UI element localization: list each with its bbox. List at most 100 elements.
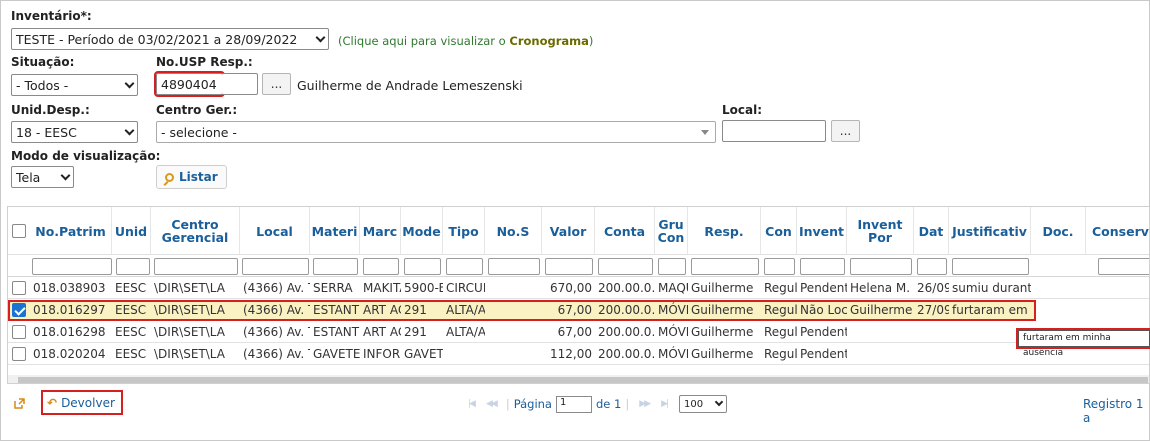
page-input[interactable]: 1	[555, 395, 592, 413]
row-checkbox[interactable]	[12, 303, 26, 317]
local-input[interactable]	[722, 120, 826, 142]
horizontal-scrollbar[interactable]	[8, 375, 1149, 383]
row-checkbox[interactable]	[12, 347, 26, 361]
table-cell: (4366) Av. Tr	[243, 325, 310, 339]
situacao-select[interactable]: - Todos -	[11, 74, 138, 96]
first-page-icon[interactable]: |◀	[468, 399, 476, 409]
nousp-input[interactable]: 4890404	[154, 71, 225, 97]
filter-input[interactable]	[952, 258, 1029, 275]
filter-input[interactable]	[363, 258, 399, 275]
table-cell: 26/09	[917, 281, 949, 295]
table-row[interactable]: 018.016297 EESC \DIR\SET\LA (4366) Av. TrES…	[8, 300, 1036, 321]
table-cell: furtaram em m	[952, 303, 1031, 317]
modo-value: Tela	[16, 169, 41, 185]
filter-input[interactable]	[764, 258, 795, 275]
filter-input[interactable]	[154, 258, 238, 275]
table-cell: 200.00.0.	[598, 281, 655, 295]
local-browse-button[interactable]: ...	[831, 120, 860, 142]
col-header[interactable]: Justificativ	[949, 207, 1031, 255]
filter-input[interactable]	[545, 258, 593, 275]
table-cell	[847, 344, 914, 365]
table-cell: ART AÇ	[363, 303, 401, 317]
col-header[interactable]: Local	[240, 207, 310, 255]
select-all-checkbox[interactable]	[12, 224, 26, 238]
col-header[interactable]: Gru Con	[655, 207, 688, 255]
filter-input[interactable]	[404, 258, 441, 275]
table-cell: 291	[404, 303, 427, 317]
filter-input[interactable]	[1098, 258, 1149, 275]
filter-input[interactable]	[658, 258, 686, 275]
col-header[interactable]: No.Patrim	[30, 207, 112, 255]
row-checkbox[interactable]	[12, 325, 26, 339]
last-page-icon[interactable]: ▶|	[661, 399, 669, 409]
filter-input[interactable]	[446, 258, 483, 275]
table-cell: EESC	[115, 347, 147, 361]
col-header[interactable]: Invent Por	[847, 207, 914, 255]
row-checkbox[interactable]	[12, 281, 26, 295]
filter-input[interactable]	[800, 258, 845, 275]
listar-button[interactable]: Listar	[156, 165, 227, 189]
table-cell	[949, 344, 1031, 365]
filter-input[interactable]	[917, 258, 947, 275]
table-row[interactable]: 018.016298 EESC \DIR\SET\LA (4366) Av. TrES…	[8, 322, 1149, 343]
scrollbar-thumb[interactable]	[18, 377, 1148, 383]
col-header[interactable]: Mode	[401, 207, 443, 255]
table-cell: ESTANTE	[313, 303, 360, 317]
external-link-icon[interactable]	[14, 398, 25, 409]
filter-input[interactable]	[691, 258, 759, 275]
col-header[interactable]: Unid	[112, 207, 151, 255]
col-header[interactable]: Con	[761, 207, 797, 255]
filter-input[interactable]	[598, 258, 653, 275]
col-header[interactable]: Conserv	[1086, 207, 1149, 255]
col-header[interactable]: Centro Gerencial	[151, 207, 240, 255]
col-header[interactable]: Dat	[914, 207, 949, 255]
table-cell	[485, 278, 542, 299]
filter-input[interactable]	[488, 258, 540, 275]
table-cell: 018.016298	[33, 325, 106, 339]
pagina-label: Página	[513, 397, 552, 411]
chevron-down-icon	[315, 32, 326, 42]
nousp-browse-button[interactable]: ...	[262, 73, 291, 95]
devolver-button[interactable]: ↶ Devolver	[41, 390, 123, 415]
next-page-icon[interactable]: ▶▶	[639, 399, 651, 409]
inventario-select[interactable]: TESTE - Período de 03/02/2021 a 28/09/20…	[11, 28, 329, 50]
filter-input[interactable]	[242, 258, 309, 275]
table-row[interactable]: 018.020204EESC\DIR\SET\LA(4366) Av. TrGA…	[8, 344, 1149, 365]
col-header[interactable]: Doc.	[1031, 207, 1086, 255]
filter-input[interactable]	[850, 258, 912, 275]
table-cell: Pendente	[800, 281, 847, 295]
table-cell: (4366) Av. Tr	[243, 281, 310, 295]
table-cell: sumiu durante	[952, 281, 1031, 295]
table-cell: MÓVE	[658, 303, 688, 317]
col-header[interactable]: Resp.	[688, 207, 761, 255]
col-header[interactable]: No.S	[485, 207, 542, 255]
filter-input[interactable]	[32, 258, 112, 275]
table-cell: EESC	[115, 325, 147, 339]
table-cell: Pendente	[800, 325, 847, 339]
unid-select[interactable]: 18 - EESC	[11, 121, 138, 143]
table-cell: 291	[404, 325, 427, 339]
col-header[interactable]: Materi	[310, 207, 360, 255]
page-size-select[interactable]: 100	[679, 395, 728, 413]
table-cell	[914, 322, 949, 343]
modo-select[interactable]: Tela	[11, 166, 74, 188]
table-cell: Regul	[764, 303, 797, 317]
inventario-value: TESTE - Período de 03/02/2021 a 28/09/20…	[16, 31, 298, 47]
col-header[interactable]: Conta	[595, 207, 655, 255]
col-header[interactable]: Tipo	[443, 207, 485, 255]
col-header[interactable]: Valor	[542, 207, 595, 255]
table-cell: Guilherme	[691, 303, 754, 317]
filter-input[interactable]	[116, 258, 150, 275]
col-header[interactable]: Marc	[360, 207, 401, 255]
col-header[interactable]: Invent	[797, 207, 847, 255]
table-cell: INFORL	[363, 347, 401, 361]
table-cell: \DIR\SET\LA	[154, 281, 225, 295]
cronograma-link[interactable]: (Clique aqui para visualizar o Cronogram…	[338, 34, 593, 48]
dropdown-arrow-icon	[701, 129, 709, 135]
centro-select[interactable]: - selecione -	[156, 121, 716, 143]
filter-input[interactable]	[313, 258, 358, 275]
prev-page-icon[interactable]: ◀◀	[486, 399, 498, 409]
table-cell: 200.00.0.	[598, 325, 655, 339]
table-row[interactable]: 018.038903 EESC \DIR\SET\LA (4366) Av. TrSE…	[8, 278, 1149, 299]
table-cell: ALTA/AE	[446, 303, 485, 317]
